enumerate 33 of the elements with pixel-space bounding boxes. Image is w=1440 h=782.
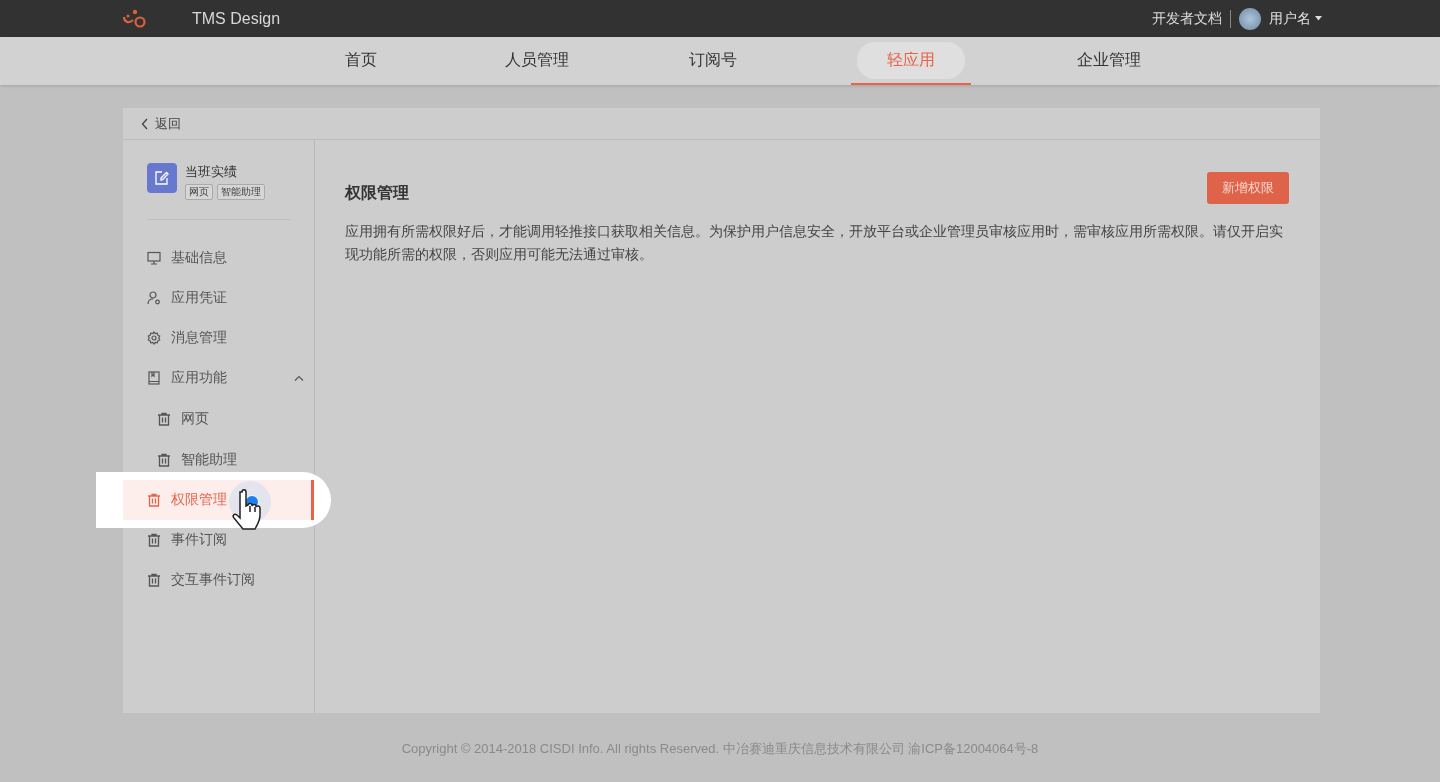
book-icon (147, 371, 161, 385)
sidebar-item[interactable]: 交互事件订阅 (123, 560, 314, 600)
trash-icon (147, 573, 161, 587)
sidebar-item[interactable]: 消息管理 (123, 318, 314, 358)
back-link[interactable]: 返回 (123, 108, 1320, 140)
app-icon (147, 163, 177, 193)
trash-icon (157, 452, 171, 467)
logo-icon (122, 8, 148, 29)
caret-icon (1315, 16, 1322, 21)
section-title: 权限管理 (345, 182, 409, 203)
description-text: 应用拥有所需权限好后，才能调用轻推接口获取相关信息。为保护用户信息安全，开放平台或企业管理员审核应用时，需审核应用所需权限。请仅开启实现功能所需的权限，否则应用可能无法通过审核。 (345, 222, 1284, 264)
brand-name: TMS Design (192, 9, 281, 28)
sidebar-item[interactable]: 智能助理 (123, 439, 314, 480)
sidebar-item[interactable]: 基础信息 (123, 238, 314, 278)
trash-icon (147, 533, 161, 547)
sidebar-item[interactable]: 网页 (123, 398, 314, 439)
trash-icon (147, 493, 161, 507)
monitor-icon (147, 251, 161, 265)
add-permission-button[interactable]: 新增权限 (1207, 172, 1289, 204)
avatar-icon (1239, 7, 1261, 30)
user-menu[interactable]: 用户名 (1269, 9, 1322, 28)
sidebar-item[interactable]: 应用功能 (123, 358, 314, 398)
app-tag: 智能助理 (217, 184, 265, 200)
docs-link[interactable]: 开发者文档 (1152, 9, 1222, 28)
sidebar-item[interactable]: 事件订阅 (123, 520, 314, 560)
sidebar-item[interactable]: 应用凭证 (123, 278, 314, 318)
chevron-left-icon (141, 117, 149, 130)
app-tag: 网页 (185, 184, 213, 200)
nav-tab[interactable]: 企业管理 (1019, 37, 1199, 85)
user-icon (147, 291, 161, 305)
app-name: 当班实绩 (185, 163, 238, 181)
trash-icon (157, 411, 171, 426)
settings-icon (147, 331, 161, 345)
